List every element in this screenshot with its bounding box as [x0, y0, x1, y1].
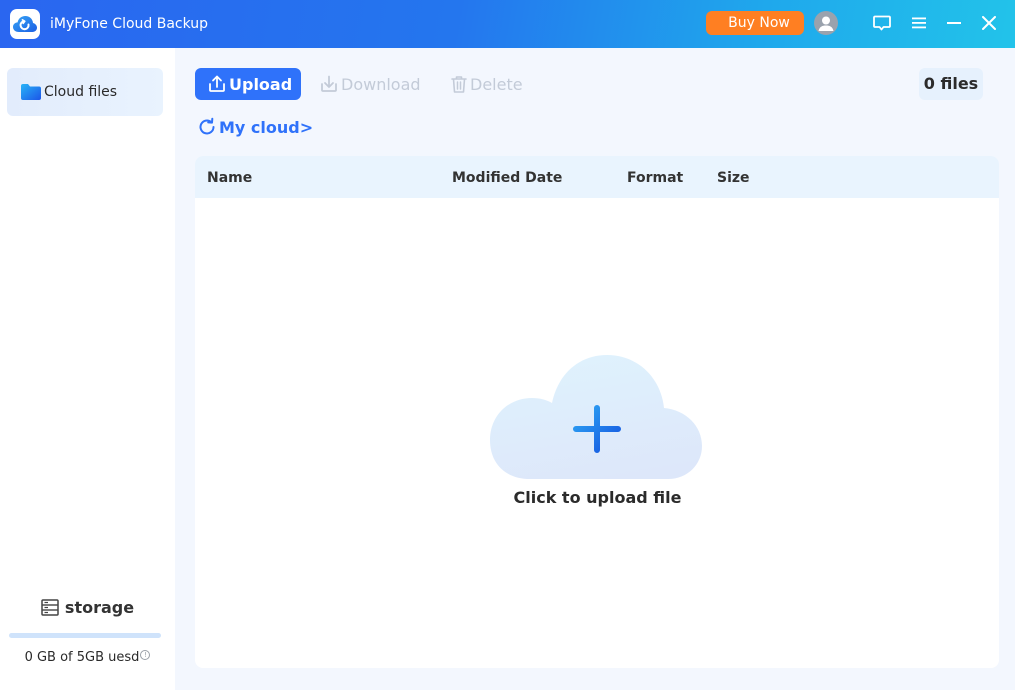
feedback-icon[interactable]	[871, 12, 893, 34]
close-icon[interactable]	[978, 12, 1000, 34]
column-size[interactable]: Size	[717, 156, 750, 200]
file-table: Name Modified Date Format Size Click to …	[195, 156, 999, 668]
storage-header: storage	[0, 598, 175, 617]
app-title: iMyFone Cloud Backup	[50, 16, 209, 32]
files-count-badge: 0 files	[919, 68, 983, 100]
refresh-icon[interactable]	[197, 117, 217, 137]
upload-hint[interactable]: Click to upload file	[490, 488, 705, 507]
upload-button[interactable]: Upload	[195, 68, 301, 100]
column-modified-date[interactable]: Modified Date	[452, 156, 562, 200]
menu-icon[interactable]	[908, 12, 930, 34]
sidebar-item-label: Cloud files	[44, 84, 118, 100]
table-header: Name Modified Date Format Size	[195, 156, 999, 198]
delete-button[interactable]: Delete	[450, 68, 523, 100]
upload-label: Upload	[229, 74, 293, 94]
sidebar-item-cloud-files[interactable]: Cloud files	[7, 68, 163, 116]
app-logo-icon	[10, 9, 40, 39]
sidebar: Cloud files storage 0 GB of 5GB uesd!	[0, 48, 175, 690]
download-icon	[319, 74, 339, 94]
user-avatar-icon[interactable]	[814, 11, 838, 35]
info-icon[interactable]: !	[140, 650, 151, 660]
upload-drop-zone[interactable]: Click to upload file	[490, 354, 705, 514]
column-name[interactable]: Name	[207, 156, 252, 200]
storage-progress-bar	[9, 633, 161, 638]
breadcrumb-my-cloud[interactable]: My cloud>	[219, 118, 313, 137]
trash-icon	[450, 74, 468, 94]
folder-icon	[20, 83, 42, 101]
title-bar: iMyFone Cloud Backup Buy Now	[0, 0, 1015, 48]
minimize-icon[interactable]	[943, 12, 965, 34]
cloud-upload-icon	[490, 354, 705, 486]
storage-usage-text: 0 GB of 5GB uesd	[24, 650, 140, 665]
storage-icon	[41, 599, 59, 616]
buy-now-button[interactable]: Buy Now	[706, 11, 804, 35]
download-label: Download	[341, 74, 421, 94]
column-format[interactable]: Format	[627, 156, 683, 200]
storage-title: storage	[64, 598, 135, 617]
upload-icon	[207, 74, 227, 94]
download-button[interactable]: Download	[319, 68, 421, 100]
delete-label: Delete	[470, 74, 523, 94]
breadcrumb[interactable]: My cloud>	[197, 117, 313, 137]
storage-usage: 0 GB of 5GB uesd!	[0, 650, 175, 665]
